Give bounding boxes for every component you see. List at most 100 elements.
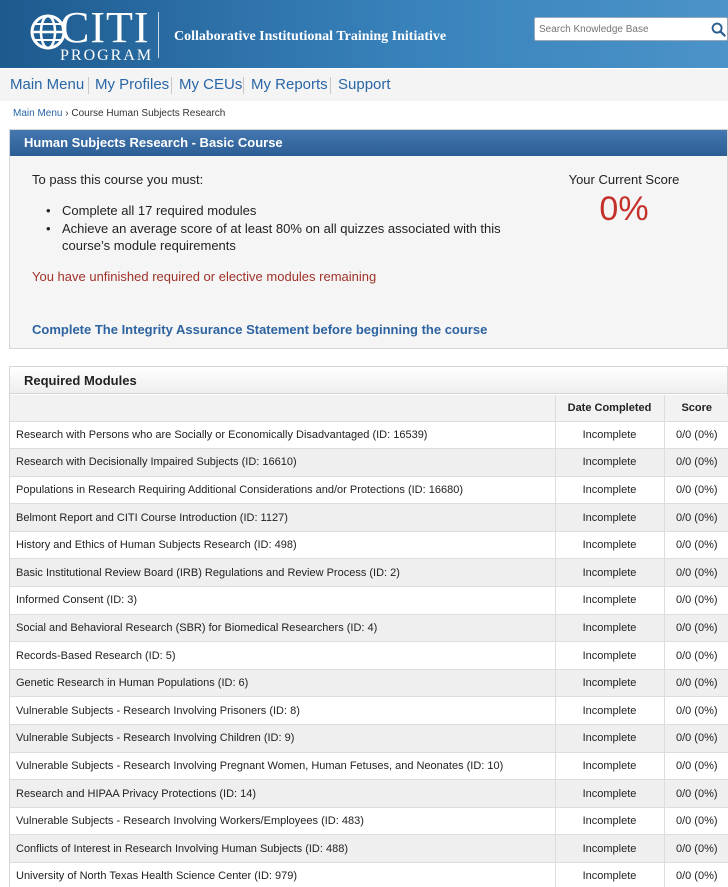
module-name-link[interactable]: Research with Persons who are Socially o… [10, 421, 555, 450]
unfinished-warning: You have unfinished required or elective… [32, 269, 377, 284]
module-score: 0/0 (0%) [663, 558, 728, 588]
module-date-completed: Incomplete [554, 696, 664, 726]
requirements-intro: To pass this course you must: [32, 172, 204, 187]
column-header-score: Score [663, 395, 728, 422]
module-name-link[interactable]: Informed Consent (ID: 3) [10, 586, 555, 615]
breadcrumb-current: Course Human Subjects Research [71, 108, 226, 119]
requirement-item: Achieve an average score of at least 80%… [46, 220, 516, 255]
table-row: Vulnerable Subjects - Research Involving… [10, 752, 728, 781]
table-row: Vulnerable Subjects - Research Involving… [10, 696, 728, 726]
course-summary-panel: Human Subjects Research - Basic Course T… [9, 129, 728, 349]
modules-table: Date Completed Score Research with Perso… [10, 395, 728, 887]
integrity-assurance-link[interactable]: Complete The Integrity Assurance Stateme… [32, 322, 487, 337]
search-box [534, 17, 728, 41]
breadcrumb: Main Menu › Course Human Subjects Resear… [13, 108, 225, 119]
nav-support[interactable]: Support [338, 76, 391, 93]
module-name-link[interactable]: Vulnerable Subjects - Research Involving… [10, 724, 555, 753]
module-score: 0/0 (0%) [663, 779, 728, 808]
modules-table-body: Research with Persons who are Socially o… [10, 421, 728, 887]
header-divider [158, 12, 159, 58]
module-name-link[interactable]: Conflicts of Interest in Research Involv… [10, 834, 555, 863]
nav-separator [88, 77, 89, 94]
module-name-link[interactable]: Belmont Report and CITI Course Introduct… [10, 503, 555, 532]
top-nav: Main Menu My Profiles My CEUs My Reports… [0, 69, 728, 101]
module-name-link[interactable]: Vulnerable Subjects - Research Involving… [10, 807, 555, 836]
module-date-completed: Incomplete [554, 448, 664, 477]
nav-my-profiles[interactable]: My Profiles [95, 76, 169, 93]
search-icon[interactable] [711, 22, 726, 37]
breadcrumb-separator: › [65, 108, 69, 119]
module-date-completed: Incomplete [554, 531, 664, 560]
module-name-link[interactable]: Social and Behavioral Research (SBR) for… [10, 614, 555, 643]
module-name-link[interactable]: Vulnerable Subjects - Research Involving… [10, 696, 555, 726]
module-score: 0/0 (0%) [663, 807, 728, 836]
table-row: Records-Based Research (ID: 5) Incomplete… [10, 641, 728, 670]
module-name-link[interactable]: Records-Based Research (ID: 5) [10, 641, 555, 670]
table-row: Populations in Research Requiring Additi… [10, 476, 728, 505]
module-name-link[interactable]: Research and HIPAA Privacy Protections (… [10, 779, 555, 808]
module-date-completed: Incomplete [554, 724, 664, 753]
module-date-completed: Incomplete [554, 752, 664, 781]
table-row: History and Ethics of Human Subjects Res… [10, 531, 728, 560]
logo-wordmark[interactable]: CITI [60, 6, 150, 50]
module-score: 0/0 (0%) [663, 421, 728, 450]
table-row: Vulnerable Subjects - Research Involving… [10, 724, 728, 753]
current-score-label: Your Current Score [568, 172, 680, 187]
breadcrumb-home-link[interactable]: Main Menu [13, 108, 62, 119]
module-score: 0/0 (0%) [663, 614, 728, 643]
site-header: CITI PROGRAM Collaborative Institutional… [0, 0, 728, 68]
table-row: Research with Persons who are Socially o… [10, 421, 728, 450]
current-score-value: 0% [599, 190, 649, 228]
requirements-list: Complete all 17 required modules Achieve… [46, 202, 516, 255]
module-score: 0/0 (0%) [663, 503, 728, 532]
nav-separator [330, 77, 331, 94]
nav-separator [243, 77, 244, 94]
module-name-link[interactable]: Basic Institutional Review Board (IRB) R… [10, 558, 555, 588]
table-row: Research and HIPAA Privacy Protections (… [10, 779, 728, 808]
module-score: 0/0 (0%) [663, 724, 728, 753]
header-tagline: Collaborative Institutional Training Ini… [174, 29, 447, 44]
module-date-completed: Incomplete [554, 641, 664, 670]
module-name-link[interactable]: Research with Decisionally Impaired Subj… [10, 448, 555, 477]
requirement-item: Complete all 17 required modules [46, 202, 516, 220]
nav-main-menu[interactable]: Main Menu [10, 76, 84, 93]
module-date-completed: Incomplete [554, 834, 664, 863]
column-header-date-completed: Date Completed [554, 395, 664, 422]
module-name-link[interactable]: Populations in Research Requiring Additi… [10, 476, 555, 505]
table-row: Informed Consent (ID: 3) Incomplete 0/0 (0… [10, 586, 728, 615]
module-score: 0/0 (0%) [663, 752, 728, 781]
module-name-link[interactable]: Genetic Research in Human Populations (I… [10, 669, 555, 698]
module-date-completed: Incomplete [554, 476, 664, 505]
module-name-link[interactable]: History and Ethics of Human Subjects Res… [10, 531, 555, 560]
table-row: Genetic Research in Human Populations (I… [10, 669, 728, 698]
table-row: Basic Institutional Review Board (IRB) R… [10, 558, 728, 588]
nav-my-ceus[interactable]: My CEUs [179, 76, 242, 93]
module-score: 0/0 (0%) [663, 669, 728, 698]
table-row: Research with Decisionally Impaired Subj… [10, 448, 728, 477]
module-score: 0/0 (0%) [663, 448, 728, 477]
required-modules-heading: Required Modules [10, 367, 727, 394]
module-date-completed: Incomplete [554, 421, 664, 450]
module-date-completed: Incomplete [554, 669, 664, 698]
module-date-completed: Incomplete [554, 862, 664, 887]
nav-separator [171, 77, 172, 94]
module-score: 0/0 (0%) [663, 476, 728, 505]
module-date-completed: Incomplete [554, 503, 664, 532]
module-score: 0/0 (0%) [663, 641, 728, 670]
search-input[interactable] [539, 21, 699, 38]
module-name-link[interactable]: University of North Texas Health Science… [10, 862, 555, 887]
module-date-completed: Incomplete [554, 807, 664, 836]
table-row: Social and Behavioral Research (SBR) for… [10, 614, 728, 643]
nav-my-reports[interactable]: My Reports [251, 76, 328, 93]
course-title: Human Subjects Research - Basic Course [10, 130, 727, 156]
table-row: Conflicts of Interest in Research Involv… [10, 834, 728, 863]
module-name-link[interactable]: Vulnerable Subjects - Research Involving… [10, 752, 555, 781]
column-header-module [10, 395, 555, 422]
module-score: 0/0 (0%) [663, 586, 728, 615]
table-row: Belmont Report and CITI Course Introduct… [10, 503, 728, 532]
logo-subtitle: PROGRAM [60, 47, 154, 64]
table-row: University of North Texas Health Science… [10, 862, 728, 887]
module-score: 0/0 (0%) [663, 862, 728, 887]
module-score: 0/0 (0%) [663, 696, 728, 726]
required-modules-panel: Required Modules Date Completed Score Re… [9, 366, 728, 887]
